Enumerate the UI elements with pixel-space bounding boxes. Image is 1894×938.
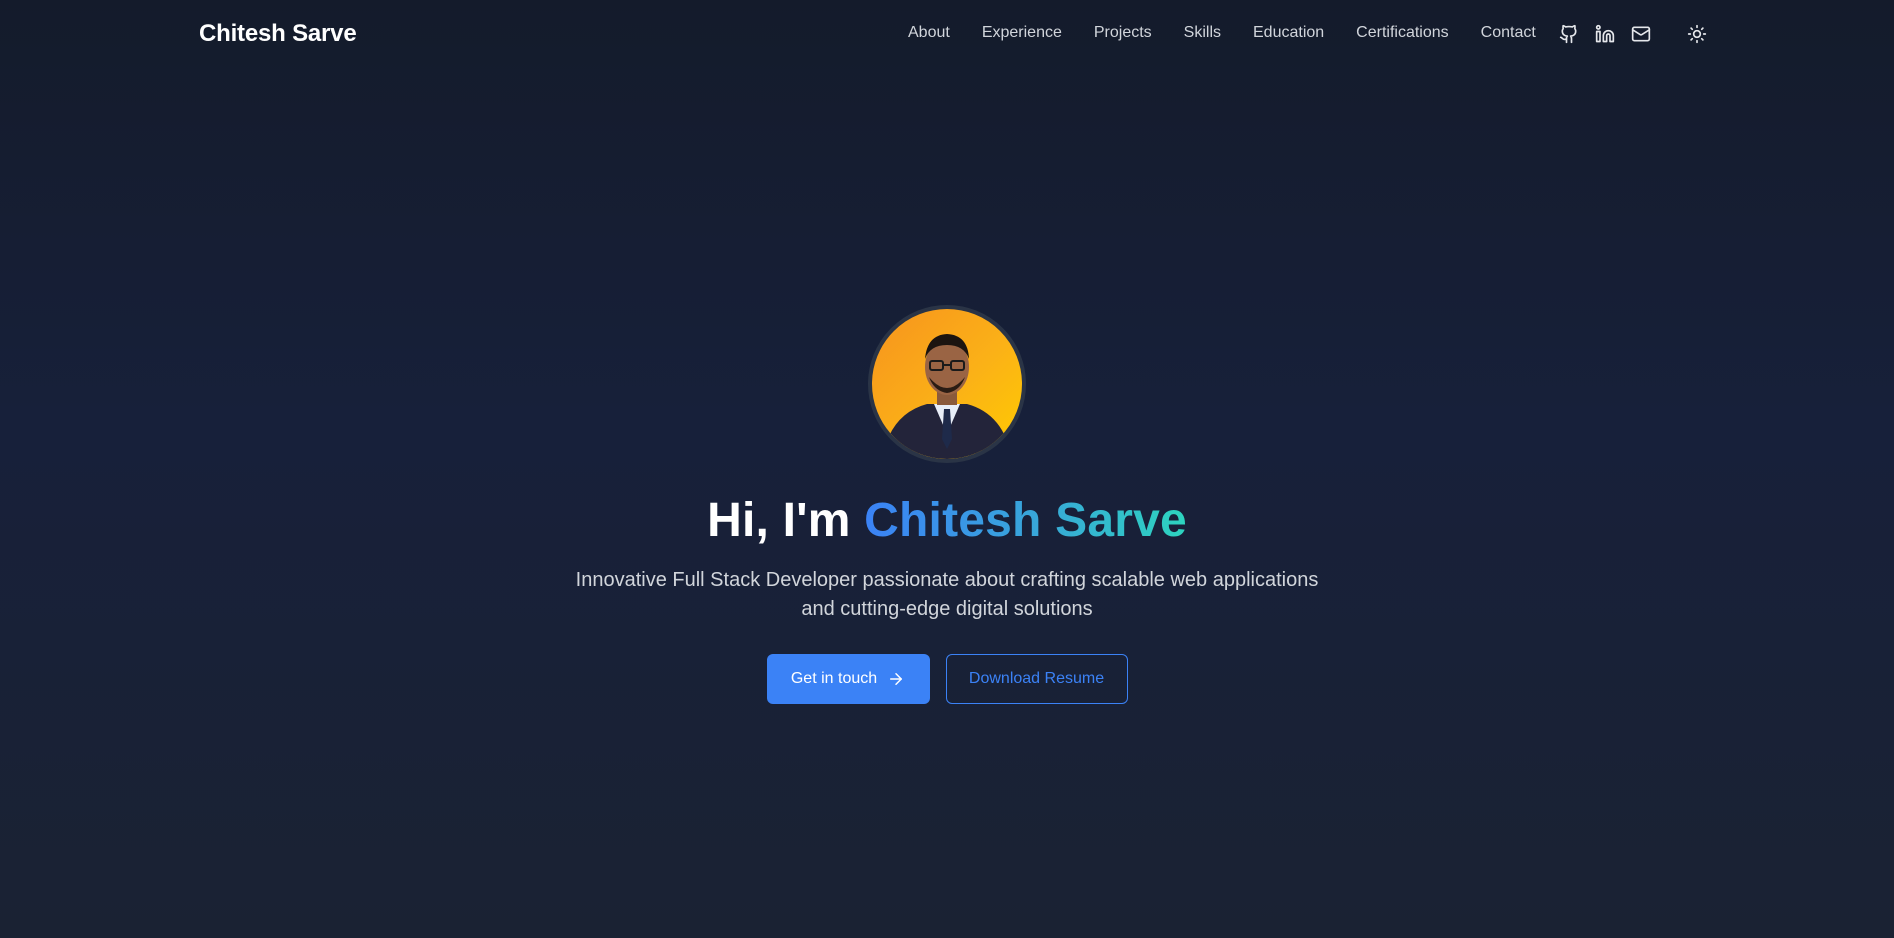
nav-link-projects[interactable]: Projects xyxy=(1094,24,1152,42)
get-in-touch-button[interactable]: Get in touch xyxy=(766,654,930,704)
hero-section: Hi, I'm Chitesh Sarve Innovative Full St… xyxy=(0,305,1894,704)
profile-avatar xyxy=(868,305,1026,463)
get-in-touch-label: Get in touch xyxy=(790,670,878,687)
hero-headline: Hi, I'm Chitesh Sarve xyxy=(707,493,1187,548)
sun-icon[interactable] xyxy=(1685,22,1709,46)
linkedin-icon[interactable] xyxy=(1593,22,1617,46)
navbar: Chitesh Sarve About Experience Projects … xyxy=(0,0,1894,70)
hero-buttons: Get in touch Download Resume xyxy=(766,654,1128,704)
hero-greeting: Hi, I'm xyxy=(707,494,851,547)
brand-logo[interactable]: Chitesh Sarve xyxy=(199,20,357,48)
nav-link-contact[interactable]: Contact xyxy=(1481,24,1536,42)
arrow-right-icon xyxy=(890,673,903,685)
nav-link-education[interactable]: Education xyxy=(1253,24,1324,42)
social-icons xyxy=(1557,22,1709,46)
hero-name: Chitesh Sarve xyxy=(864,494,1187,547)
mail-icon[interactable] xyxy=(1629,22,1653,46)
nav-link-certifications[interactable]: Certifications xyxy=(1356,24,1448,42)
nav-links: About Experience Projects Skills Educati… xyxy=(908,24,1536,42)
nav-link-about[interactable]: About xyxy=(908,24,950,42)
download-resume-button[interactable]: Download Resume xyxy=(945,654,1128,704)
github-icon[interactable] xyxy=(1557,22,1581,46)
profile-photo xyxy=(882,334,1012,459)
nav-link-skills[interactable]: Skills xyxy=(1184,24,1221,42)
hero-subtitle: Innovative Full Stack Developer passiona… xyxy=(575,569,1319,620)
nav-link-experience[interactable]: Experience xyxy=(982,24,1062,42)
